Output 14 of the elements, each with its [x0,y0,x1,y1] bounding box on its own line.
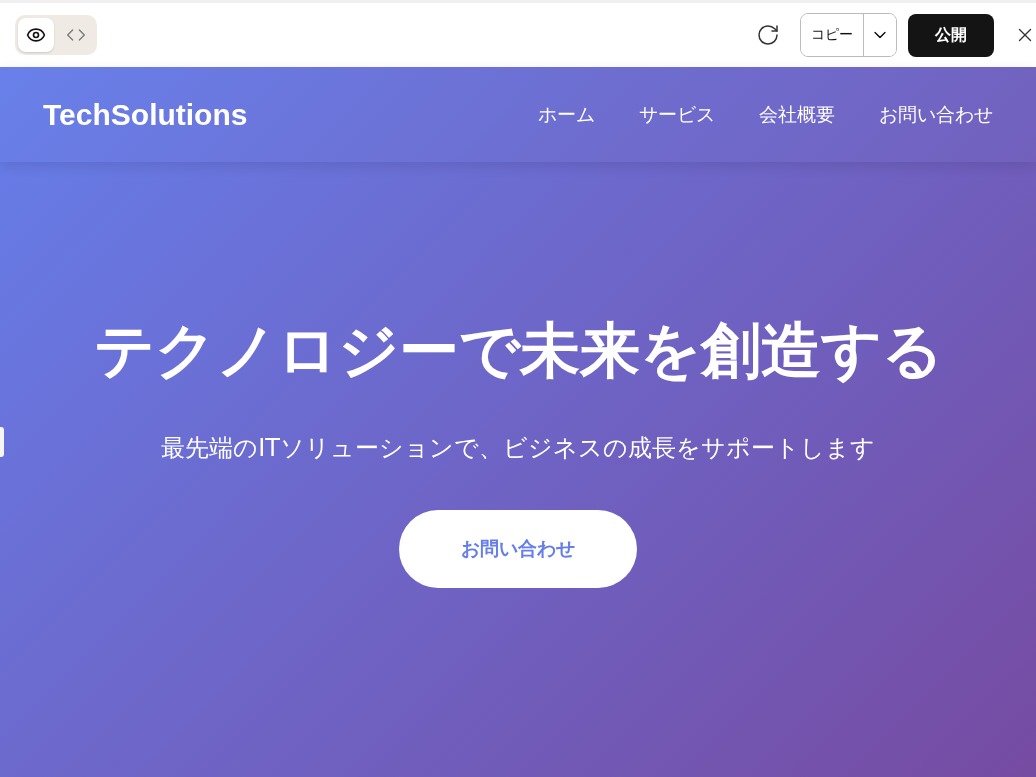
copy-button[interactable]: コピー [801,14,864,56]
nav-link[interactable]: ホーム [538,101,595,128]
hero-title: テクノロジーで未来を創造する [93,314,943,387]
eye-icon [26,25,46,45]
nav-link[interactable]: サービス [639,101,715,128]
preview-button[interactable] [18,18,54,52]
refresh-icon [756,23,780,47]
nav-link[interactable]: 会社概要 [759,101,835,128]
publish-button[interactable]: 公開 [908,13,994,57]
nav-link[interactable]: お問い合わせ [879,101,993,128]
refresh-button[interactable] [756,23,780,47]
hero-subtitle: 最先端のITソリューションで、ビジネスの成長をサポートします [161,433,875,464]
contact-button[interactable]: お問い合わせ [399,510,637,588]
site-logo: TechSolutions [43,97,248,132]
